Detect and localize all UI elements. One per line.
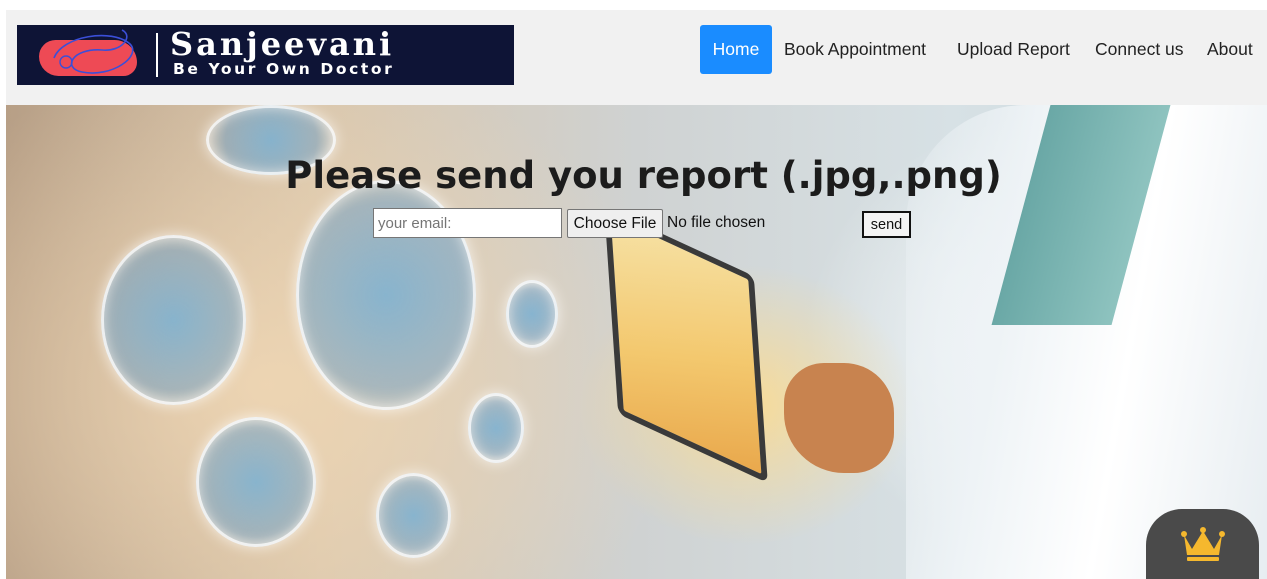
nav-home[interactable]: Home bbox=[700, 25, 772, 74]
nav-book-appointment[interactable]: Book Appointment bbox=[784, 25, 926, 74]
hero-hand bbox=[784, 363, 894, 473]
send-button[interactable]: send bbox=[862, 211, 911, 238]
navbar: Sanjeevani Be Your Own Doctor Home Book … bbox=[6, 10, 1267, 105]
choose-file-button[interactable]: Choose File bbox=[567, 209, 663, 238]
email-input[interactable] bbox=[373, 208, 562, 238]
site-logo[interactable]: Sanjeevani Be Your Own Doctor bbox=[17, 25, 514, 85]
hero-circle-small bbox=[468, 393, 524, 463]
logo-brand-text: Sanjeevani bbox=[170, 25, 395, 63]
logo-swirl-graphic bbox=[53, 29, 134, 74]
hero-circle-family bbox=[196, 417, 316, 547]
upload-title: Please send you report (.jpg,.png) bbox=[0, 154, 1267, 197]
hero-circle-hand bbox=[101, 235, 246, 405]
hero-circle-chart bbox=[376, 473, 451, 558]
hero-circle-small-2 bbox=[506, 280, 558, 348]
nav-about[interactable]: About bbox=[1207, 25, 1253, 74]
premium-widget-button[interactable] bbox=[1146, 509, 1259, 579]
logo-tagline: Be Your Own Doctor bbox=[173, 60, 395, 78]
logo-divider bbox=[156, 33, 158, 77]
hero-tablet bbox=[604, 206, 768, 484]
nav-upload-report[interactable]: Upload Report bbox=[957, 25, 1070, 74]
nav-connect-us[interactable]: Connect us bbox=[1095, 25, 1184, 74]
crown-icon bbox=[1181, 527, 1225, 561]
upload-title-text: Please send you report (.jpg,.png) bbox=[285, 154, 1002, 197]
file-status-text: No file chosen bbox=[667, 214, 766, 231]
